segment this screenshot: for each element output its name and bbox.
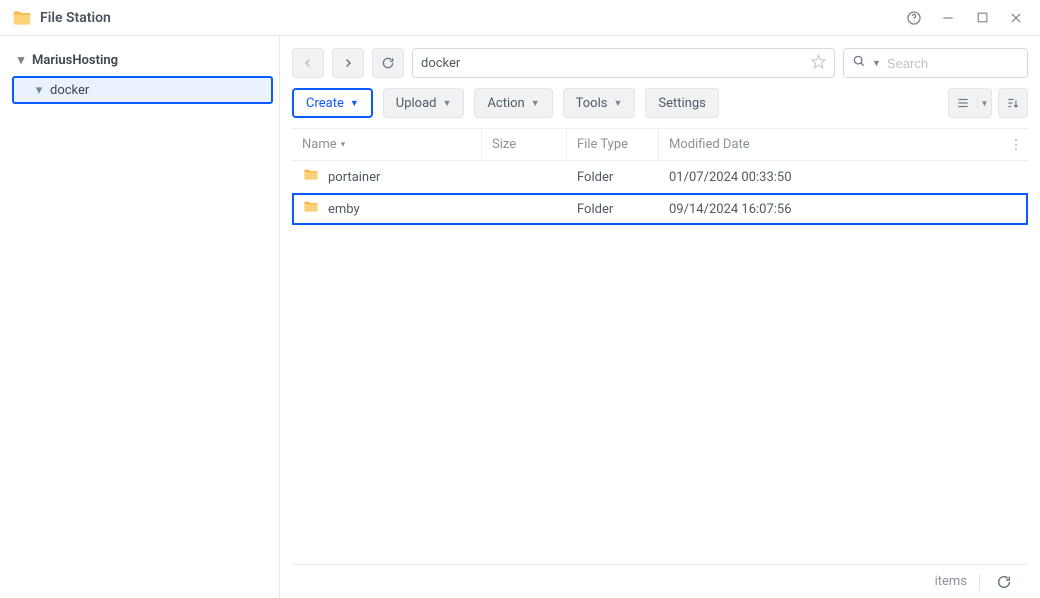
app-folder-icon xyxy=(12,8,32,28)
chevron-down-icon[interactable]: ▼ xyxy=(872,58,881,69)
file-name: portainer xyxy=(328,170,380,185)
tools-button[interactable]: Tools ▼ xyxy=(563,88,636,118)
search-input[interactable] xyxy=(887,56,1040,71)
chevron-down-icon[interactable]: ▼ xyxy=(977,99,991,108)
column-header-date[interactable]: Modified Date xyxy=(659,129,1028,160)
file-type: Folder xyxy=(577,202,613,217)
table-header: Name ▾ Size File Type Modified Date ⋮ xyxy=(292,129,1028,161)
folder-tree: ▾ MariusHosting ▾ docker xyxy=(0,36,280,598)
sort-indicator-icon: ▾ xyxy=(341,140,346,150)
chevron-down-icon: ▼ xyxy=(613,98,622,109)
chevron-down-icon: ▼ xyxy=(531,98,540,109)
tree-root-item[interactable]: ▾ MariusHosting xyxy=(6,46,273,74)
column-header-size[interactable]: Size xyxy=(482,129,567,160)
upload-label: Upload xyxy=(396,96,437,111)
close-button[interactable] xyxy=(1004,6,1028,30)
table-row[interactable]: portainer Folder 01/07/2024 00:33:50 xyxy=(292,161,1028,193)
file-date: 09/14/2024 16:07:56 xyxy=(669,202,792,217)
tools-label: Tools xyxy=(576,96,608,111)
help-button[interactable] xyxy=(902,6,926,30)
search-box[interactable]: ▼ xyxy=(843,48,1028,78)
item-count-label: items xyxy=(935,574,967,589)
table-body: portainer Folder 01/07/2024 00:33:50 emby Fo… xyxy=(292,161,1028,564)
chevron-down-icon: ▼ xyxy=(350,98,359,109)
table-row[interactable]: emby Folder 09/14/2024 16:07:56 xyxy=(292,193,1028,225)
search-icon xyxy=(852,54,866,72)
path-text: docker xyxy=(421,56,460,71)
action-button[interactable]: Action ▼ xyxy=(474,88,552,118)
file-station-window: File Station ▾ MariusHosting ▾ docker xyxy=(0,0,1040,598)
main-pane: docker ▼ Create ▼ xyxy=(280,36,1040,598)
column-header-name[interactable]: Name ▾ xyxy=(292,129,482,160)
column-header-type[interactable]: File Type xyxy=(567,129,659,160)
list-icon xyxy=(949,96,977,110)
create-label: Create xyxy=(306,96,344,111)
tree-root-label: MariusHosting xyxy=(32,53,118,68)
action-label: Action xyxy=(487,96,524,111)
create-button[interactable]: Create ▼ xyxy=(292,88,373,118)
tree-item-docker[interactable]: ▾ docker xyxy=(12,76,273,104)
nav-toolbar: docker ▼ xyxy=(292,48,1028,78)
refresh-button[interactable] xyxy=(372,48,404,78)
maximize-button[interactable] xyxy=(970,6,994,30)
chevron-down-icon: ▼ xyxy=(443,98,452,109)
window-title: File Station xyxy=(40,10,111,26)
folder-icon xyxy=(302,167,320,187)
file-name: emby xyxy=(328,202,360,217)
settings-button[interactable]: Settings xyxy=(645,88,718,118)
status-bar: items xyxy=(292,564,1028,598)
forward-button[interactable] xyxy=(332,48,364,78)
file-type: Folder xyxy=(577,170,613,185)
file-table: Name ▾ Size File Type Modified Date ⋮ xyxy=(292,128,1028,564)
star-icon[interactable] xyxy=(811,54,826,73)
file-date: 01/07/2024 00:33:50 xyxy=(669,170,792,185)
chevron-down-icon: ▾ xyxy=(32,83,46,98)
chevron-down-icon: ▾ xyxy=(14,53,28,68)
folder-icon xyxy=(302,199,320,219)
settings-label: Settings xyxy=(658,96,705,111)
upload-button[interactable]: Upload ▼ xyxy=(383,88,465,118)
list-view-button[interactable]: ▼ xyxy=(948,88,992,118)
action-toolbar: Create ▼ Upload ▼ Action ▼ Tools ▼ Setti… xyxy=(292,88,1028,118)
back-button[interactable] xyxy=(292,48,324,78)
sort-button[interactable] xyxy=(998,88,1028,118)
view-mode-group: ▼ xyxy=(948,88,1028,118)
path-input[interactable]: docker xyxy=(412,48,835,78)
column-options-button[interactable]: ⋮ xyxy=(1006,135,1026,155)
minimize-button[interactable] xyxy=(936,6,960,30)
reload-button[interactable] xyxy=(992,570,1016,594)
separator xyxy=(979,573,980,591)
tree-item-label: docker xyxy=(50,83,89,98)
titlebar: File Station xyxy=(0,0,1040,36)
